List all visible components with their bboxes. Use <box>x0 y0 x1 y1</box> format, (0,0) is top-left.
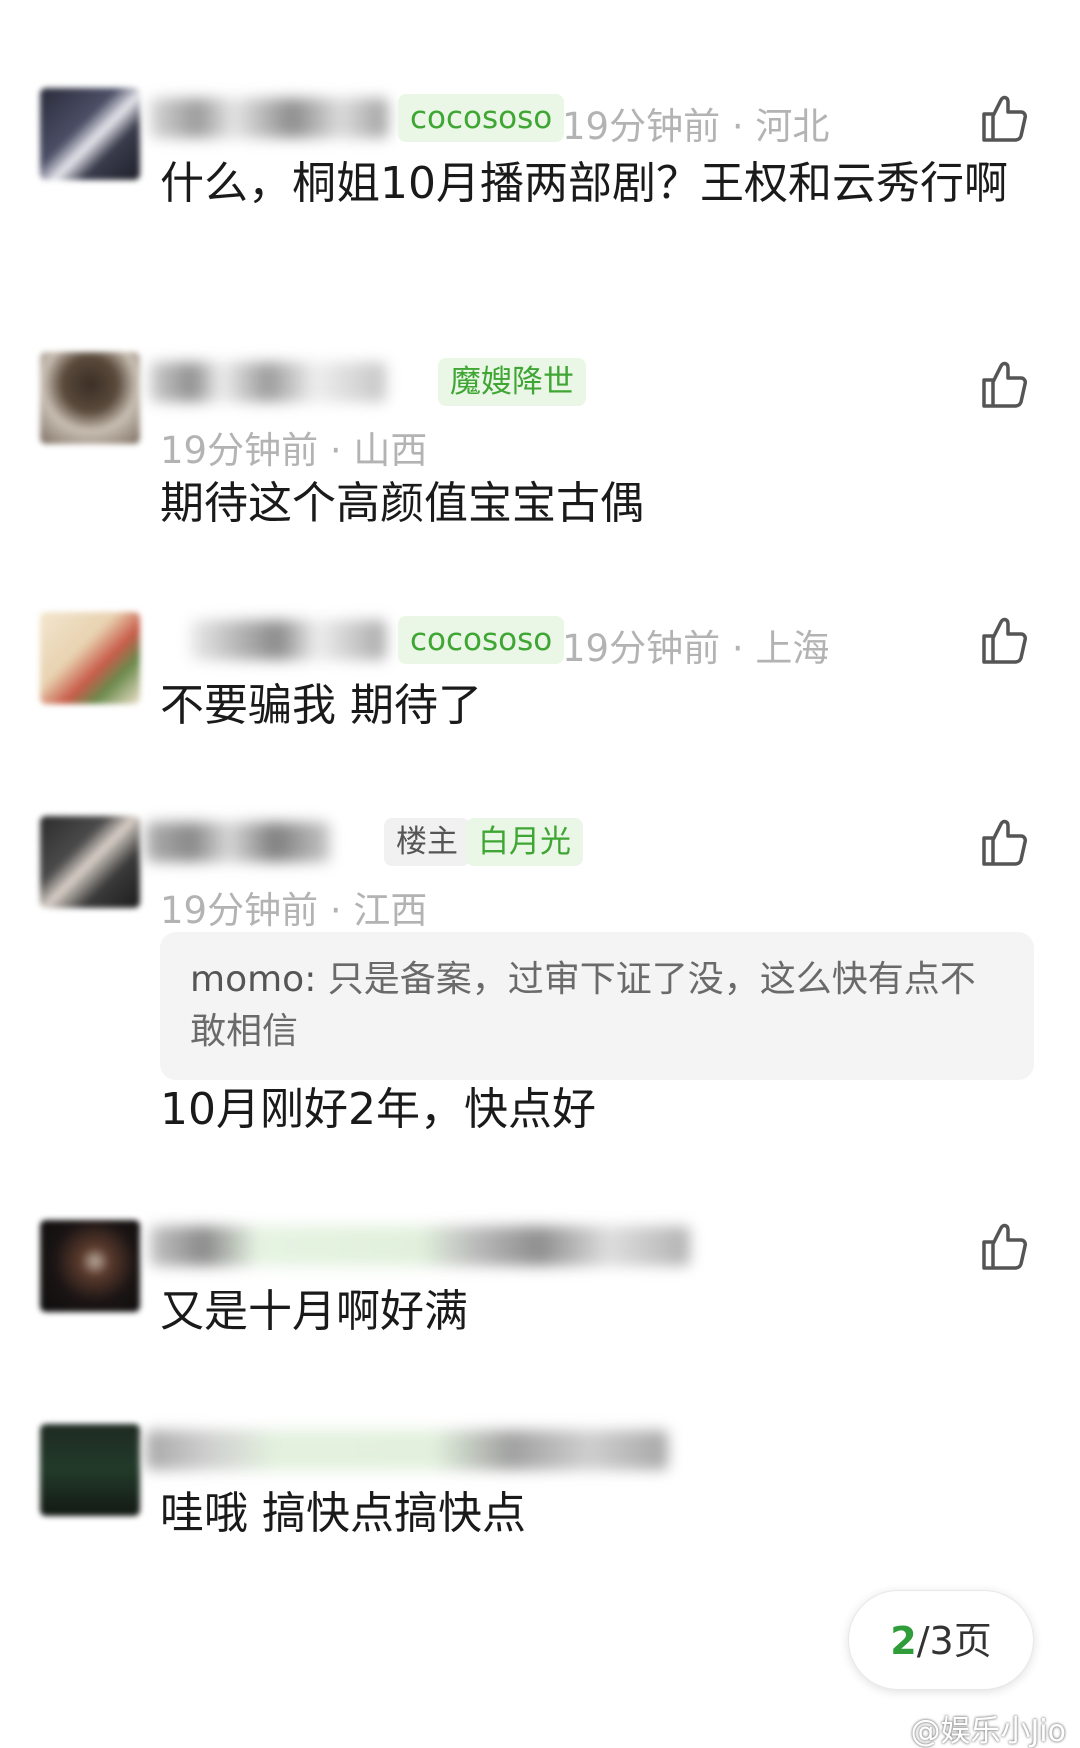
user-badge[interactable]: cocososo <box>398 616 565 664</box>
username-blurred[interactable] <box>150 1226 690 1266</box>
avatar[interactable] <box>40 612 140 704</box>
username-blurred[interactable] <box>190 620 386 660</box>
comment-meta: 19分钟前 · 上海 <box>562 627 830 670</box>
watermark: @娱乐小Jio <box>910 1714 1066 1748</box>
comment-meta: 19分钟前 · 山西 <box>160 429 428 472</box>
comment-text: 什么，桐姐10月播两部剧？王权和云秀行啊 <box>160 158 1008 209</box>
comment-text: 不要骗我 期待了 <box>160 680 482 731</box>
comment-text: 10月刚好2年，快点好 <box>160 1084 596 1135</box>
avatar[interactable] <box>40 1424 140 1516</box>
quoted-reply[interactable]: momo: 只是备案，过审下证了没，这么快有点不敢相信 <box>160 932 1034 1080</box>
avatar[interactable] <box>40 352 140 444</box>
comment-text: 期待这个高颜值宝宝古偶 <box>160 478 644 529</box>
comment-meta: 19分钟前 · 河北 <box>562 105 830 148</box>
avatar[interactable] <box>40 88 140 180</box>
current-page: 2 <box>890 1619 917 1663</box>
thumbs-up-icon <box>982 1223 1027 1270</box>
avatar[interactable] <box>40 816 140 908</box>
thumbs-up-icon <box>982 361 1027 408</box>
thumbs-up-icon <box>982 95 1027 142</box>
comment-text: 又是十月啊好满 <box>160 1286 468 1337</box>
user-badge[interactable]: 白月光 <box>466 818 583 866</box>
username-blurred[interactable] <box>150 362 386 402</box>
thumbs-up-icon <box>982 819 1027 866</box>
user-badge[interactable]: 魔嫂降世 <box>438 358 586 406</box>
thumbs-up-icon <box>982 617 1027 664</box>
avatar[interactable] <box>40 1220 140 1312</box>
like-button[interactable] <box>980 92 1030 144</box>
page-indicator[interactable]: 2/3页 <box>848 1590 1034 1690</box>
like-button[interactable] <box>980 1220 1030 1272</box>
like-button[interactable] <box>980 358 1030 410</box>
user-badge[interactable]: cocososo <box>398 94 565 142</box>
total-pages: /3页 <box>916 1619 992 1663</box>
like-button[interactable] <box>980 614 1030 666</box>
quoted-username: momo: <box>190 959 317 1000</box>
username-blurred[interactable] <box>146 822 330 862</box>
username-blurred[interactable] <box>150 98 388 138</box>
comment-meta: 19分钟前 · 江西 <box>160 889 428 932</box>
like-button[interactable] <box>980 816 1030 868</box>
username-blurred[interactable] <box>146 1430 668 1470</box>
owner-badge: 楼主 <box>384 818 470 866</box>
comment-text: 哇哦 搞快点搞快点 <box>160 1488 526 1539</box>
